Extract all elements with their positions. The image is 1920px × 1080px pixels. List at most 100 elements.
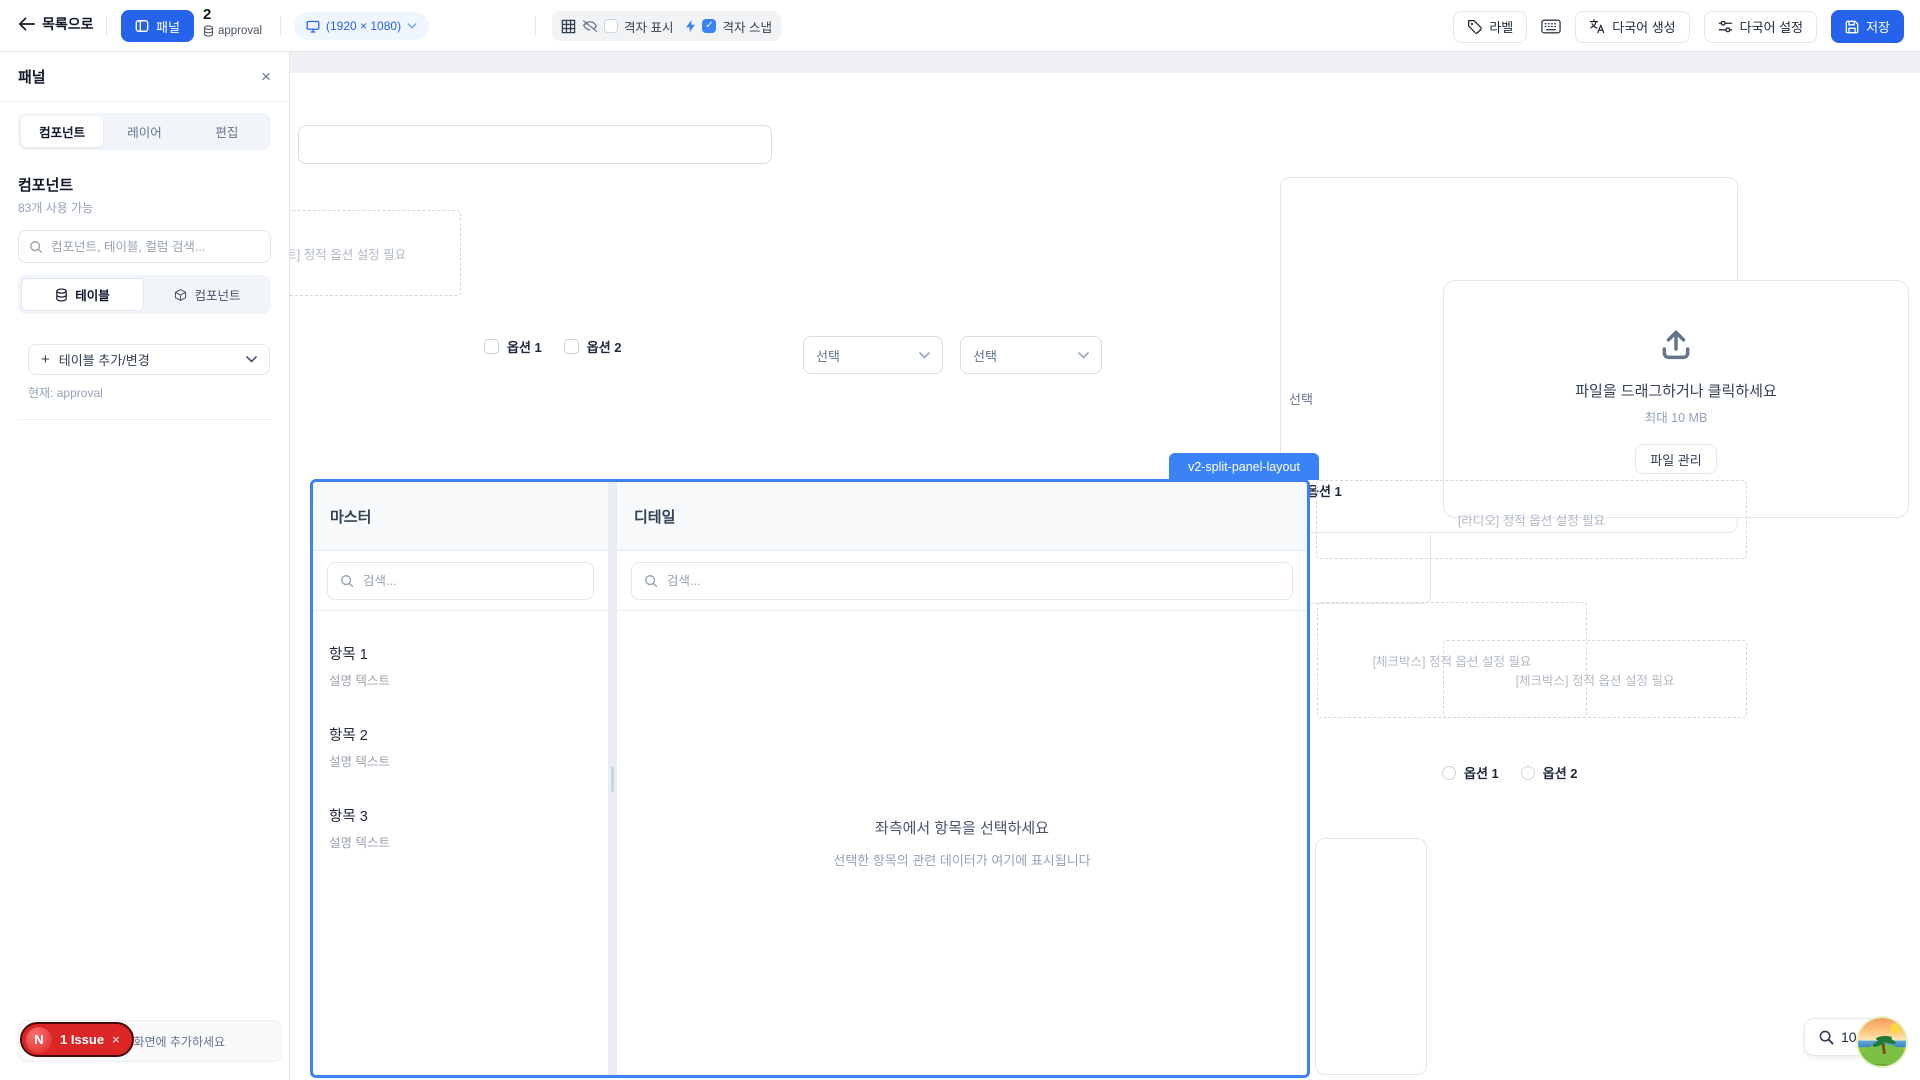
close-icon[interactable]: ×	[112, 1032, 120, 1047]
empty-component-box[interactable]	[1315, 838, 1427, 1075]
i18n-generate-button[interactable]: 다국어 생성	[1575, 11, 1689, 43]
radio-component[interactable]: 옵션 1 옵션 2	[1442, 763, 1592, 782]
file-manage-button[interactable]: 파일 관리	[1635, 444, 1716, 474]
sliders-icon	[1718, 19, 1733, 34]
panel-toggle-button[interactable]: 패널	[121, 10, 194, 42]
detail-search-input[interactable]	[667, 574, 1280, 588]
search-icon	[644, 574, 658, 588]
grid-icon	[561, 19, 576, 34]
viewport-size-selector[interactable]: (1920 × 1080)	[294, 12, 429, 40]
select-component-2[interactable]: 선택	[960, 336, 1102, 374]
chevron-down-icon	[1078, 352, 1089, 359]
issue-badge[interactable]: N 1 Issue ×	[20, 1022, 134, 1057]
tag-icon	[1467, 19, 1482, 34]
split-panel-component[interactable]: 마스터 항목 1 설명 텍스트 항목 2 설명 텍스트 항목 3 설	[310, 479, 1310, 1078]
back-label: 목록으로	[42, 14, 94, 34]
select-2-value: 선택	[973, 346, 997, 365]
select-component-1[interactable]: 선택	[803, 336, 943, 374]
list-item-title: 항목 2	[329, 724, 592, 745]
card-select-label: 선택	[1289, 389, 1313, 408]
radio-warning-box[interactable]: [라디오] 정적 옵션 설정 필요	[1316, 480, 1747, 559]
database-icon	[203, 25, 214, 37]
tab-edit[interactable]: 편집	[186, 116, 268, 147]
save-button[interactable]: 저장	[1831, 10, 1904, 43]
tab-layers[interactable]: 레이어	[103, 116, 185, 147]
toggle-table[interactable]: 테이블	[21, 278, 144, 311]
divider	[18, 419, 271, 420]
grid-show-label: 격자 표시	[624, 17, 673, 36]
master-search-input[interactable]	[363, 574, 581, 588]
page-info: 2 approval	[203, 6, 262, 37]
back-button[interactable]: 목록으로	[18, 14, 94, 34]
panel-title: 패널	[18, 66, 46, 87]
list-item[interactable]: 항목 2 설명 텍스트	[313, 706, 608, 787]
radio-option1-label: 옵션 1	[1464, 763, 1499, 782]
panel-icon	[135, 19, 149, 33]
grid-snap-checkbox[interactable]: ✓	[702, 19, 716, 33]
label-button[interactable]: 라벨	[1453, 11, 1527, 43]
checkbox-component[interactable]: 옵션 1 옵션 2	[484, 337, 636, 356]
i18n-generate-text: 다국어 생성	[1612, 17, 1675, 36]
plus-icon: +	[41, 351, 50, 368]
lightning-icon	[685, 19, 696, 33]
tab-components[interactable]: 컴포넌트	[21, 116, 103, 147]
radio-option1[interactable]	[1442, 766, 1456, 780]
empty-state-desc: 선택한 항목의 관련 데이터가 여기에 표시됩니다	[833, 850, 1090, 869]
add-table-button[interactable]: + 테이블 추가/변경	[28, 344, 270, 375]
top-toolbar: 목록으로 패널 2 approval (1920 × 1080) 격자 표시	[0, 0, 1920, 52]
divider	[535, 16, 536, 36]
checkbox-warning-text-2: [체크박스] 정적 옵션 설정 필요	[1516, 670, 1675, 689]
list-item[interactable]: 항목 3 설명 텍스트	[313, 787, 608, 868]
detail-search-row	[617, 551, 1307, 611]
panel-tabs: 컴포넌트 레이어 편집	[18, 113, 271, 150]
cube-icon	[174, 288, 187, 302]
translate-icon	[1589, 19, 1605, 34]
detail-empty-state: 좌측에서 항목을 선택하세요 선택한 항목의 관련 데이터가 여기에 표시됩니다	[617, 611, 1307, 1075]
list-item[interactable]: 항목 1 설명 텍스트	[313, 625, 608, 706]
available-count: 83개 사용 가능	[18, 199, 271, 216]
close-icon[interactable]: ×	[261, 67, 271, 87]
detail-pane-header: 디테일	[617, 482, 1307, 551]
select-1-value: 선택	[816, 346, 840, 365]
empty-state-title: 좌측에서 항목을 선택하세요	[875, 817, 1049, 838]
panel-button-label: 패널	[156, 17, 180, 36]
divider	[280, 16, 281, 36]
keyboard-icon	[1541, 19, 1561, 34]
section-title: 컴포넌트	[18, 174, 271, 195]
canvas-top-strip	[290, 52, 1920, 73]
i18n-settings-button[interactable]: 다국어 설정	[1704, 11, 1817, 43]
add-table-label: 테이블 추가/변경	[59, 350, 237, 369]
detail-pane: 디테일 좌측에서 항목을 선택하세요 선택한 항목의 관련 데이터가 여기에 표…	[617, 482, 1307, 1075]
list-item-desc: 설명 텍스트	[329, 670, 592, 689]
keyboard-shortcuts-button[interactable]	[1541, 19, 1561, 34]
toggle-component[interactable]: 컴포넌트	[147, 278, 268, 311]
split-pane-resizer[interactable]	[608, 482, 617, 1075]
panel-search-input[interactable]	[51, 240, 260, 254]
resizer-handle[interactable]	[611, 766, 614, 792]
text-input-component[interactable]	[298, 125, 772, 164]
source-toggle-group: 테이블 컴포넌트	[18, 275, 271, 314]
issue-count: 1 Issue	[60, 1032, 104, 1047]
component-side-panel: 패널 × 컴포넌트 레이어 편집 컴포넌트 83개 사용 가능 테이블 컴포넌트…	[0, 52, 290, 1080]
radio-warning-text: [라디오] 정적 옵션 설정 필요	[1458, 510, 1605, 529]
panel-search-box[interactable]	[18, 230, 271, 263]
master-search-row	[313, 551, 608, 611]
table-badge: approval	[218, 25, 262, 37]
upload-icon	[1656, 324, 1696, 364]
grid-snap-label: 격자 스냅	[722, 17, 771, 36]
checkbox-warning-box-2[interactable]: [체크박스] 정적 옵션 설정 필요	[1443, 640, 1747, 718]
page-number: 2	[203, 6, 262, 23]
viewport-size-value: (1920 × 1080)	[326, 19, 401, 33]
app-page: [셀렉트] 정적 옵션 설정 필요 옵션 1 옵션 2 선택 선택 선택 옵션 …	[0, 0, 1920, 1080]
radio-option2[interactable]	[1521, 766, 1535, 780]
checkbox-option2[interactable]	[564, 339, 579, 354]
checkbox-option1[interactable]	[484, 339, 499, 354]
sun-icon	[1890, 1023, 1901, 1034]
checkbox-option1-label: 옵션 1	[507, 337, 542, 356]
monitor-icon	[306, 20, 320, 33]
grid-show-checkbox[interactable]	[604, 19, 618, 33]
search-icon	[340, 574, 354, 588]
island-sticker[interactable]	[1856, 1016, 1908, 1068]
chevron-down-icon	[246, 356, 257, 363]
list-item-desc: 설명 텍스트	[329, 751, 592, 770]
